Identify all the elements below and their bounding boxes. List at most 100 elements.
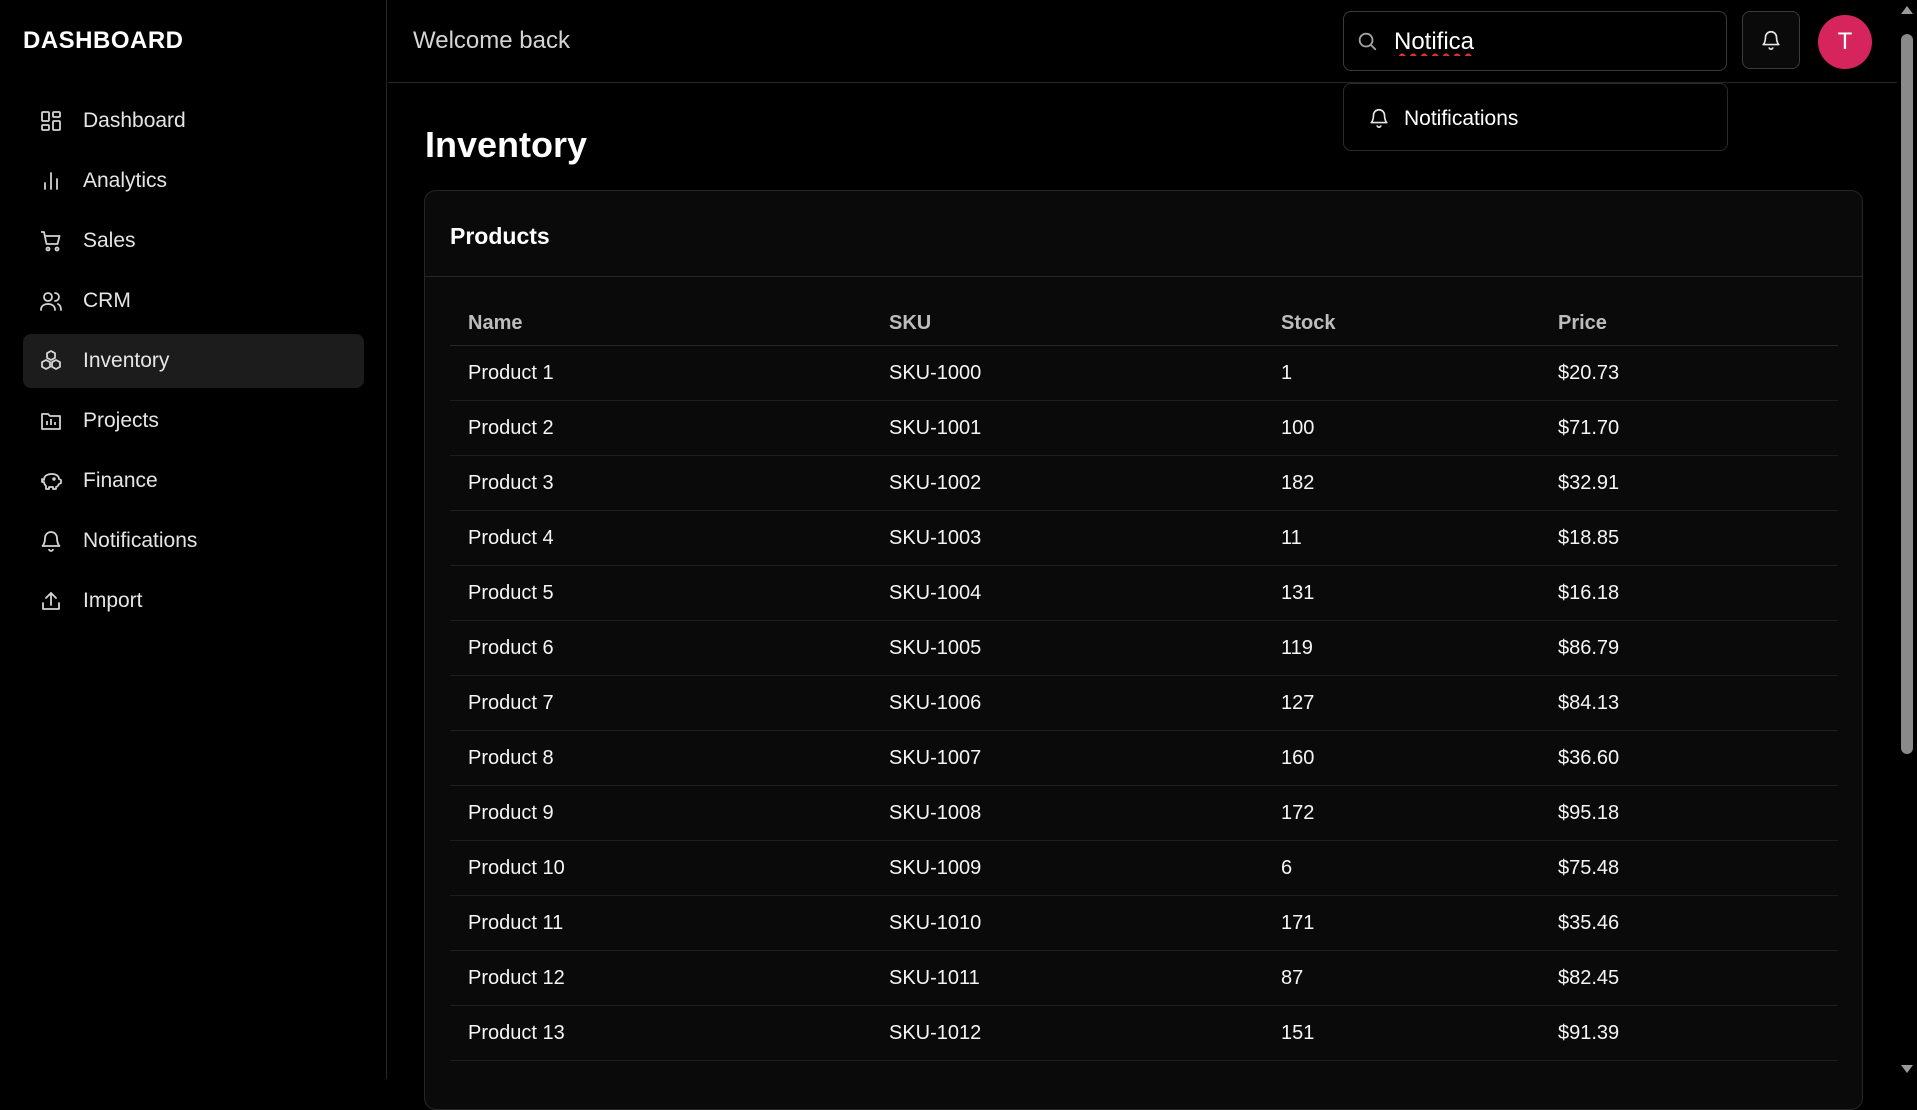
cell-stock: 11 <box>1263 510 1540 566</box>
sidebar-item-import[interactable]: Import <box>23 574 364 628</box>
table-row[interactable]: Product 6 SKU-1005 119 $86.79 <box>450 620 1838 676</box>
cell-name: Product 4 <box>450 510 871 566</box>
card-title: Products <box>450 223 550 249</box>
cell-stock: 1 <box>1263 345 1540 401</box>
cell-name: Product 5 <box>450 565 871 621</box>
sidebar: DASHBOARD Dashboard Analytics Sales CRM <box>0 0 387 1079</box>
cell-sku: SKU-1006 <box>871 675 1263 731</box>
sidebar-nav: Dashboard Analytics Sales CRM Inventory <box>23 94 364 634</box>
page-title: Inventory <box>425 124 588 165</box>
cell-price: $95.18 <box>1540 785 1838 841</box>
notifications-button[interactable] <box>1742 11 1800 69</box>
sidebar-item-label: CRM <box>83 289 131 312</box>
cell-name: Product 7 <box>450 675 871 731</box>
sidebar-item-notifications[interactable]: Notifications <box>23 514 364 568</box>
search-icon <box>1356 30 1378 52</box>
scroll-up-arrow[interactable] <box>1901 6 1913 14</box>
cell-stock: 127 <box>1263 675 1540 731</box>
piggy-bank-icon <box>39 469 63 493</box>
table-row[interactable]: Product 5 SKU-1004 131 $16.18 <box>450 565 1838 621</box>
cart-icon <box>39 229 63 253</box>
sidebar-item-sales[interactable]: Sales <box>23 214 364 268</box>
cell-price: $16.18 <box>1540 565 1838 621</box>
cell-sku: SKU-1012 <box>871 1005 1263 1061</box>
sidebar-item-analytics[interactable]: Analytics <box>23 154 364 208</box>
scroll-down-arrow[interactable] <box>1901 1065 1913 1073</box>
cell-stock: 171 <box>1263 895 1540 951</box>
grid-icon <box>39 109 63 133</box>
search-box[interactable] <box>1343 11 1727 71</box>
cell-price: $71.70 <box>1540 400 1838 456</box>
column-header-sku[interactable]: SKU <box>871 301 1263 346</box>
users-icon <box>39 289 63 313</box>
cell-sku: SKU-1010 <box>871 895 1263 951</box>
cell-stock: 131 <box>1263 565 1540 621</box>
cell-name: Product 2 <box>450 400 871 456</box>
bell-icon <box>1368 107 1390 129</box>
bell-icon <box>1760 29 1782 51</box>
table-header-row: Name SKU Stock Price <box>450 301 1838 346</box>
products-table: Name SKU Stock Price Product 1 SKU-1000 1 $… <box>450 301 1838 1061</box>
table-row[interactable]: Product 8 SKU-1007 160 $36.60 <box>450 730 1838 786</box>
sidebar-item-label: Import <box>83 589 143 612</box>
table-row[interactable]: Product 1 SKU-1000 1 $20.73 <box>450 345 1838 401</box>
cell-sku: SKU-1004 <box>871 565 1263 621</box>
cell-name: Product 11 <box>450 895 871 951</box>
topbar: Welcome back T <box>388 0 1897 83</box>
sidebar-item-label: Inventory <box>83 349 170 372</box>
cell-name: Product 1 <box>450 345 871 401</box>
cell-stock: 119 <box>1263 620 1540 676</box>
cell-stock: 151 <box>1263 1005 1540 1061</box>
table-row[interactable]: Product 11 SKU-1010 171 $35.46 <box>450 895 1838 951</box>
cell-stock: 6 <box>1263 840 1540 896</box>
upload-icon <box>39 589 63 613</box>
cell-name: Product 13 <box>450 1005 871 1061</box>
sidebar-item-finance[interactable]: Finance <box>23 454 364 508</box>
search-suggestion-notifications[interactable]: Notifications <box>1344 84 1727 150</box>
brand-title: DASHBOARD <box>23 27 184 54</box>
cell-sku: SKU-1003 <box>871 510 1263 566</box>
page-scrollbar[interactable] <box>1897 0 1917 1079</box>
table-body: Product 1 SKU-1000 1 $20.73 Product 2 SKU-100… <box>450 345 1838 1061</box>
sidebar-item-projects[interactable]: Projects <box>23 394 364 448</box>
table-row[interactable]: Product 7 SKU-1006 127 $84.13 <box>450 675 1838 731</box>
cell-stock: 87 <box>1263 950 1540 1006</box>
column-header-stock[interactable]: Stock <box>1263 301 1540 346</box>
column-header-name[interactable]: Name <box>450 301 871 346</box>
cell-name: Product 9 <box>450 785 871 841</box>
cell-name: Product 8 <box>450 730 871 786</box>
sidebar-item-label: Notifications <box>83 529 198 552</box>
table-row[interactable]: Product 12 SKU-1011 87 $82.45 <box>450 950 1838 1006</box>
cell-price: $20.73 <box>1540 345 1838 401</box>
sidebar-item-crm[interactable]: CRM <box>23 274 364 328</box>
sidebar-item-dashboard[interactable]: Dashboard <box>23 94 364 148</box>
cell-price: $32.91 <box>1540 455 1838 511</box>
welcome-text: Welcome back <box>413 27 570 54</box>
table-row[interactable]: Product 9 SKU-1008 172 $95.18 <box>450 785 1838 841</box>
table-row[interactable]: Product 10 SKU-1009 6 $75.48 <box>450 840 1838 896</box>
sidebar-item-label: Finance <box>83 469 158 492</box>
cell-price: $36.60 <box>1540 730 1838 786</box>
table-row[interactable]: Product 4 SKU-1003 11 $18.85 <box>450 510 1838 566</box>
table-row[interactable]: Product 2 SKU-1001 100 $71.70 <box>450 400 1838 456</box>
cell-price: $82.45 <box>1540 950 1838 1006</box>
column-header-price[interactable]: Price <box>1540 301 1838 346</box>
cell-sku: SKU-1011 <box>871 950 1263 1006</box>
search-input[interactable] <box>1392 24 1716 60</box>
folder-icon <box>39 409 63 433</box>
boxes-icon <box>39 349 63 373</box>
table-row[interactable]: Product 13 SKU-1012 151 $91.39 <box>450 1005 1838 1061</box>
sidebar-item-label: Sales <box>83 229 136 252</box>
cell-name: Product 10 <box>450 840 871 896</box>
cell-stock: 160 <box>1263 730 1540 786</box>
table-row[interactable]: Product 3 SKU-1002 182 $32.91 <box>450 455 1838 511</box>
cell-price: $18.85 <box>1540 510 1838 566</box>
bar-chart-icon <box>39 169 63 193</box>
avatar[interactable]: T <box>1818 15 1872 69</box>
scroll-thumb[interactable] <box>1901 34 1913 754</box>
cell-stock: 172 <box>1263 785 1540 841</box>
cell-name: Product 3 <box>450 455 871 511</box>
bell-icon <box>39 529 63 553</box>
sidebar-item-inventory[interactable]: Inventory <box>23 334 364 388</box>
cell-stock: 100 <box>1263 400 1540 456</box>
